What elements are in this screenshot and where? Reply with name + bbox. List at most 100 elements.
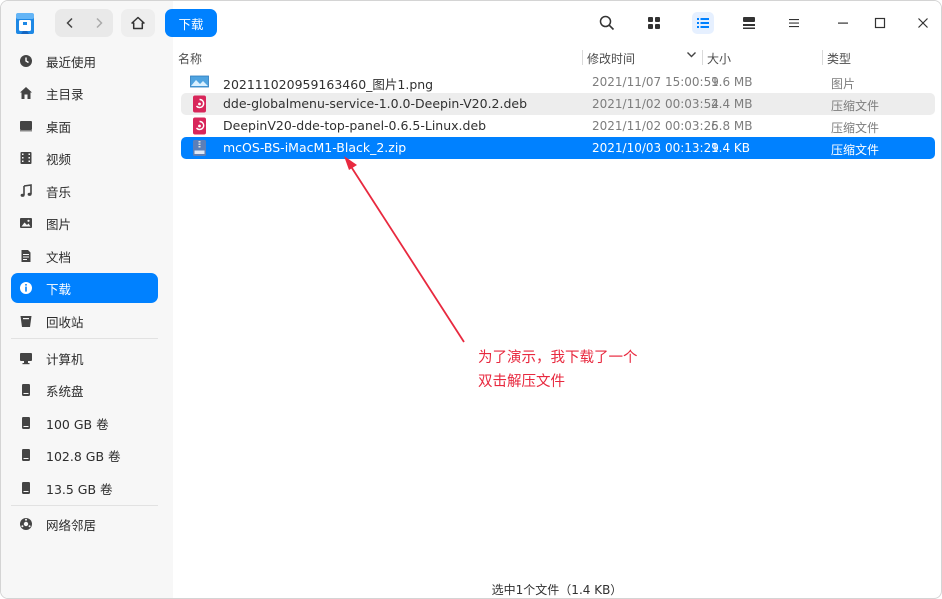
sidebar-item-label: 计算机 — [46, 351, 84, 367]
sidebar-divider — [11, 338, 158, 339]
list-view-icon — [697, 18, 709, 28]
forward-button[interactable] — [84, 9, 113, 37]
picture-icon — [18, 215, 34, 231]
detail-view-icon — [743, 17, 755, 29]
disk-icon — [18, 447, 34, 463]
minimize-button[interactable] — [832, 12, 854, 34]
column-divider[interactable] — [822, 50, 823, 65]
back-button[interactable] — [55, 9, 84, 37]
sidebar-item-label: 音乐 — [46, 184, 72, 200]
close-button[interactable] — [912, 12, 934, 34]
maximize-icon — [874, 17, 886, 29]
chevron-right-icon — [95, 17, 103, 29]
sidebar-item-system-disk[interactable]: 系统盘 — [11, 375, 158, 405]
home-icon — [18, 85, 34, 101]
close-icon — [918, 18, 928, 28]
file-row[interactable]: dde-globalmenu-service-1.0.0-Deepin-V20.… — [181, 93, 935, 115]
annotation-line-1: 为了演示，我下载了一个 — [478, 350, 638, 366]
toolbar: 下载 — [55, 1, 941, 45]
sidebar-item-recent[interactable]: 最近使用 — [11, 46, 158, 76]
sort-chevron-down-icon[interactable] — [686, 49, 697, 63]
sidebar-item-label: 桌面 — [46, 119, 72, 135]
disk-icon — [18, 480, 34, 496]
home-crumb-button[interactable] — [121, 9, 155, 37]
column-divider[interactable] — [702, 50, 703, 65]
sidebar-item-volume-100gb[interactable]: 100 GB 卷 — [11, 408, 158, 438]
file-size: 2.4 MB — [711, 97, 753, 111]
sidebar-item-desktop[interactable]: 桌面 — [11, 111, 158, 141]
column-size[interactable]: 大小 — [707, 50, 731, 67]
app-logo-icon — [13, 10, 37, 36]
grid-view-icon — [648, 17, 660, 29]
music-icon — [18, 183, 34, 199]
file-manager-window: 最近使用 主目录 桌面 视频 音乐 图片 文档 下载 回收站 计算机 系统盘 1… — [0, 0, 942, 599]
list-view-button[interactable] — [692, 12, 714, 34]
detail-view-button[interactable] — [738, 12, 760, 34]
column-modified[interactable]: 修改时间 — [587, 50, 635, 67]
menu-button[interactable] — [783, 12, 805, 34]
file-modified: 2021/11/07 15:00:59 — [592, 75, 719, 89]
sidebar-item-home[interactable]: 主目录 — [11, 78, 158, 108]
annotation-text: 为了演示，我下载了一个 双击解压文件 — [478, 346, 678, 394]
sidebar: 最近使用 主目录 桌面 视频 音乐 图片 文档 下载 回收站 计算机 系统盘 1… — [1, 1, 173, 598]
maximize-button[interactable] — [869, 12, 891, 34]
minimize-icon — [838, 22, 848, 24]
sidebar-item-label: 网络邻居 — [46, 517, 97, 533]
image-file-icon — [190, 73, 209, 91]
sidebar-item-label: 最近使用 — [46, 54, 97, 70]
column-type[interactable]: 类型 — [827, 50, 851, 67]
column-name[interactable]: 名称 — [178, 50, 202, 67]
computer-icon — [18, 350, 34, 366]
nav-button-group — [55, 9, 113, 37]
file-type: 压缩文件 — [831, 121, 880, 135]
clock-icon — [18, 53, 34, 69]
sidebar-item-volume-13gb[interactable]: 13.5 GB 卷 — [11, 473, 158, 503]
zip-archive-icon — [190, 139, 209, 157]
file-name: 202111020959163460_图片1.png — [223, 77, 434, 92]
desktop-icon — [18, 118, 34, 134]
sidebar-item-label: 系统盘 — [46, 383, 84, 399]
breadcrumb-current[interactable]: 下载 — [165, 9, 217, 37]
search-button[interactable] — [596, 12, 618, 34]
file-name: DeepinV20-dde-top-panel-0.6.5-Linux.deb — [223, 118, 487, 133]
annotation-line-2: 双击解压文件 — [478, 374, 565, 390]
file-row-selected[interactable]: mcOS-BS-iMacM1-Black_2.zip 2021/10/03 00… — [181, 137, 935, 159]
column-divider[interactable] — [582, 50, 583, 65]
sidebar-item-computer[interactable]: 计算机 — [11, 343, 158, 373]
video-icon — [18, 150, 34, 166]
sidebar-item-trash[interactable]: 回收站 — [11, 306, 158, 336]
file-type: 压缩文件 — [831, 99, 880, 113]
sidebar-item-label: 102.8 GB 卷 — [46, 448, 121, 464]
sidebar-item-documents[interactable]: 文档 — [11, 241, 158, 271]
hamburger-menu-icon — [789, 19, 799, 28]
disk-icon — [18, 415, 34, 431]
download-icon — [18, 280, 34, 296]
file-type: 图片 — [831, 77, 856, 91]
file-type: 压缩文件 — [831, 143, 880, 157]
deb-package-icon — [190, 117, 209, 135]
sidebar-item-music[interactable]: 音乐 — [11, 176, 158, 206]
sidebar-item-label: 主目录 — [46, 86, 84, 102]
file-row[interactable]: 202111020959163460_图片1.png 2021/11/07 15… — [181, 71, 935, 93]
sidebar-item-videos[interactable]: 视频 — [11, 143, 158, 173]
file-size: 6.8 MB — [711, 119, 753, 133]
chevron-left-icon — [65, 17, 73, 29]
sidebar-item-label: 回收站 — [46, 314, 84, 330]
document-icon — [18, 248, 34, 264]
icon-view-button[interactable] — [643, 12, 665, 34]
sidebar-item-label: 文档 — [46, 249, 72, 265]
sidebar-item-network[interactable]: 网络邻居 — [11, 509, 158, 539]
home-icon — [131, 16, 145, 30]
sidebar-item-pictures[interactable]: 图片 — [11, 208, 158, 238]
file-modified: 2021/11/02 00:03:54 — [592, 97, 719, 111]
file-name: dde-globalmenu-service-1.0.0-Deepin-V20.… — [223, 96, 528, 111]
file-size: 1.6 MB — [711, 75, 753, 89]
sidebar-item-volume-102gb[interactable]: 102.8 GB 卷 — [11, 440, 158, 470]
sidebar-divider — [11, 505, 158, 506]
network-icon — [18, 516, 34, 532]
sidebar-item-label: 图片 — [46, 216, 72, 232]
trash-icon — [18, 313, 34, 329]
file-row[interactable]: DeepinV20-dde-top-panel-0.6.5-Linux.deb … — [181, 115, 935, 137]
search-icon — [599, 15, 615, 31]
sidebar-item-downloads[interactable]: 下载 — [11, 273, 158, 303]
